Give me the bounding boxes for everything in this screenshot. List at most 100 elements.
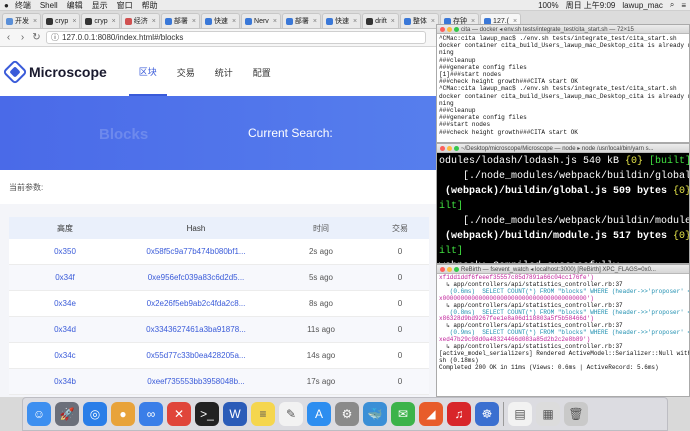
table-row[interactable]: 0x34d 0x3343627461a3ba91878... 11s ago 0	[9, 317, 429, 343]
info-icon[interactable]: ⓘ	[51, 32, 59, 43]
browser-tab[interactable]: 快速 ×	[200, 13, 241, 28]
reload-icon[interactable]: ↻	[32, 32, 41, 43]
tab-label: 部署	[294, 18, 309, 25]
battery-level[interactable]: 100%	[538, 1, 558, 10]
zoom-icon[interactable]	[454, 145, 459, 151]
trash-icon[interactable]: 🗑	[564, 402, 588, 426]
block-height-link[interactable]: 0x34e	[9, 299, 121, 308]
table-row[interactable]: 0x34e 0x2e26f5eb9ab2c4fda2c8... 8s ago 0	[9, 291, 429, 317]
browser-tab[interactable]: Nerv ×	[241, 13, 281, 28]
terminal-icon[interactable]: >_	[195, 402, 219, 426]
terminal-line: Completed 200 OK in 11ms (Views: 0.6ms |…	[439, 363, 659, 371]
browser-tab[interactable]: drift ×	[362, 13, 399, 28]
browser-tab[interactable]: 部署 ×	[281, 13, 321, 28]
pycharm-icon[interactable]: ☸	[475, 402, 499, 426]
finder-icon[interactable]: ☺	[27, 402, 51, 426]
terminal-output[interactable]: odules/lodash/lodash.js 540 kB {0} [buil…	[437, 153, 689, 263]
back-icon[interactable]: ‹	[4, 32, 13, 43]
textedit-icon[interactable]: ✎	[279, 402, 303, 426]
block-hash-link[interactable]: 0x55d77c33b0ea428205a...	[121, 351, 271, 360]
xmind-icon[interactable]: ✕	[167, 402, 191, 426]
menu-item-terminal[interactable]: 终端	[15, 0, 31, 11]
browser-tab[interactable]: 部署 ×	[160, 13, 200, 28]
terminal-output[interactable]: xf1dd1ddf6feeef35557c85d7891a66c04cc176f…	[437, 274, 689, 373]
tab-close-icon[interactable]: ×	[33, 18, 37, 25]
launchpad-icon[interactable]: 🚀	[55, 402, 79, 426]
downloads-icon[interactable]: ▦	[536, 402, 560, 426]
word-icon[interactable]: W	[223, 402, 247, 426]
forward-icon[interactable]: ›	[18, 32, 27, 43]
block-height-link[interactable]: 0x34c	[9, 351, 121, 360]
minimize-icon[interactable]	[447, 26, 452, 32]
baidu-netdisk-icon[interactable]: ∞	[139, 402, 163, 426]
block-hash-link[interactable]: 0xe956efc039a83c6d2d5...	[121, 273, 271, 282]
tab-close-icon[interactable]: ×	[431, 18, 435, 25]
block-height-link[interactable]: 0x34d	[9, 325, 121, 334]
tab-close-icon[interactable]: ×	[313, 18, 317, 25]
tab-close-icon[interactable]: ×	[353, 18, 357, 25]
close-icon[interactable]	[440, 26, 445, 32]
table-row[interactable]: 0x34b 0xeef735553bb3958048b... 17s ago 0	[9, 369, 429, 395]
tab-close-icon[interactable]: ×	[112, 18, 116, 25]
tab-close-icon[interactable]: ×	[273, 18, 277, 25]
logo[interactable]: Microscope	[2, 59, 107, 85]
tab-close-icon[interactable]: ×	[152, 18, 156, 25]
minimize-icon[interactable]	[447, 266, 452, 272]
block-time: 17s ago	[306, 377, 336, 386]
browser-tab[interactable]: cryp ×	[42, 13, 81, 28]
block-hash-link[interactable]: 0x2e26f5eb9ab2c4fda2c8...	[121, 299, 271, 308]
browser-tab[interactable]: 快速 ×	[322, 13, 362, 28]
browser-tab[interactable]: cryp ×	[81, 13, 120, 28]
block-hash-link[interactable]: 0x58f5c9a77b474b080bf1...	[121, 247, 271, 256]
clock[interactable]: 周日 上午9:09	[566, 0, 616, 11]
close-icon[interactable]	[440, 266, 445, 272]
tab-favicon-icon	[124, 17, 132, 25]
menu-item-shell[interactable]: Shell	[40, 1, 58, 10]
nav-config[interactable]: 配置	[243, 48, 281, 96]
table-row[interactable]: 0x34c 0x55d77c33b0ea428205a... 14s ago 0	[9, 343, 429, 369]
terminal-output[interactable]: ^CMac:cita lawup_mac$ ./env.sh tests/int…	[437, 34, 689, 137]
table-row[interactable]: 0x350 0x58f5c9a77b474b080bf1... 2s ago 0	[9, 239, 429, 265]
tab-close-icon[interactable]: ×	[72, 18, 76, 25]
user-name[interactable]: lawup_mac	[622, 1, 662, 10]
block-height-link[interactable]: 0x34b	[9, 377, 121, 386]
tab-close-icon[interactable]: ×	[192, 18, 196, 25]
safari-icon[interactable]: ◎	[83, 402, 107, 426]
browser-tab[interactable]: 整体 ×	[399, 13, 439, 28]
address-bar[interactable]: ⓘ 127.0.0.1:8080/index.html#/blocks	[46, 31, 426, 44]
menu-item-edit[interactable]: 编辑	[67, 0, 83, 11]
notes-icon[interactable]: ≡	[251, 402, 275, 426]
nav-blocks[interactable]: 区块	[128, 48, 167, 96]
block-height-link[interactable]: 0x34f	[9, 273, 121, 282]
app-store-icon[interactable]: A	[307, 402, 331, 426]
system-preferences-icon[interactable]: ⚙	[335, 402, 359, 426]
wechat-icon[interactable]: ✉	[391, 402, 415, 426]
tab-close-icon[interactable]: ×	[232, 18, 236, 25]
block-height-link[interactable]: 0x350	[9, 247, 121, 256]
zoom-icon[interactable]	[454, 266, 459, 272]
paw-icon[interactable]: ◢	[419, 402, 443, 426]
block-hash-link[interactable]: 0x3343627461a3ba91878...	[121, 325, 271, 334]
netease-music-icon[interactable]: ♫	[447, 402, 471, 426]
terminal-window-cita: cita — docker ◂ env.sh tests/integrate_t…	[436, 24, 690, 143]
browser-tab[interactable]: 开发 ×	[2, 13, 42, 28]
nav-statistics[interactable]: 统计	[205, 48, 243, 96]
menu-item-help[interactable]: 帮助	[142, 0, 158, 11]
search-icon[interactable]: ⌕	[670, 0, 674, 10]
nav-transactions[interactable]: 交易	[167, 48, 205, 96]
table-row[interactable]: 0x34f 0xe956efc039a83c6d2d5... 5s ago 0	[9, 265, 429, 291]
zoom-icon[interactable]	[454, 26, 459, 32]
block-hash-link[interactable]: 0xeef735553bb3958048b...	[121, 377, 271, 386]
apple-icon[interactable]: ●	[4, 1, 9, 10]
docker-icon[interactable]: 🐳	[363, 402, 387, 426]
menu-item-window[interactable]: 窗口	[117, 0, 133, 11]
chrome-icon[interactable]: ●	[111, 402, 135, 426]
browser-tab[interactable]: 经济 ×	[120, 13, 160, 28]
close-icon[interactable]	[440, 145, 445, 151]
document-icon[interactable]: ▤	[508, 402, 532, 426]
menu-list-icon[interactable]: ≡	[681, 1, 686, 10]
menu-item-view[interactable]: 显示	[92, 0, 108, 11]
tab-close-icon[interactable]: ×	[391, 18, 395, 25]
header-hash: Hash	[186, 223, 206, 233]
minimize-icon[interactable]	[447, 145, 452, 151]
